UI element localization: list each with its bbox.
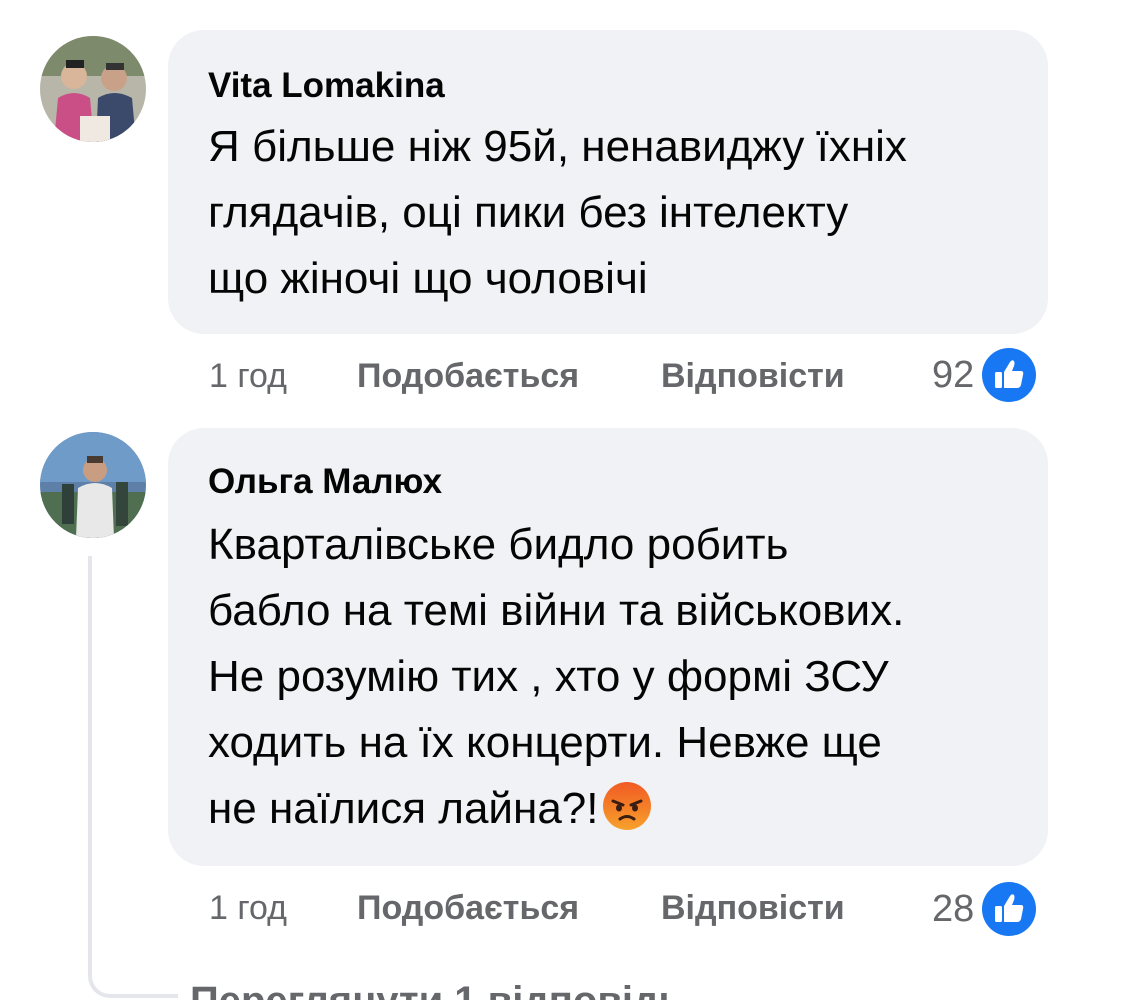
reply-button[interactable]: Відповісти	[661, 354, 845, 398]
like-button[interactable]: Подобається	[357, 886, 579, 930]
comment-author[interactable]: Vita Lomakina	[208, 66, 445, 106]
reply-button[interactable]: Відповісти	[661, 886, 845, 930]
comment-text-line: Я більше ніж 95й, ненавиджу їхніх	[208, 122, 907, 171]
comment-text-line-last: не наїлися лайна?!	[208, 784, 599, 833]
comments-section: Vita Lomakina Я більше ніж 95й, ненавидж…	[0, 0, 1143, 1000]
comment-text-line: Кварталівське бидло робить	[208, 520, 789, 569]
comment-text-line: ходить на їх концерти. Невже ще	[208, 718, 882, 767]
avatar[interactable]	[40, 36, 146, 142]
comment-author[interactable]: Ольга Малюх	[208, 462, 442, 502]
reaction-count: 28	[932, 887, 975, 930]
comment-bubble: Ольга Малюх Кварталівське бидло робить б…	[168, 428, 1048, 866]
angry-face-emoji	[602, 781, 652, 831]
comment-timestamp[interactable]: 1 год	[209, 886, 287, 930]
comment-actions: 1 год Подобається Відповісти	[209, 354, 909, 398]
avatar[interactable]	[40, 432, 146, 538]
comment-text-line: глядачів, оці пики без інтелекту	[208, 188, 849, 237]
comment-text: Кварталівське бидло робить бабло на темі…	[208, 512, 1068, 842]
reply-thread-line	[88, 556, 178, 998]
comment-text-line: бабло на темі війни та військових.	[208, 586, 905, 635]
reaction-count: 92	[932, 353, 975, 396]
reaction-summary[interactable]: 28	[932, 876, 1041, 942]
comment-text: Я більше ніж 95й, ненавиджу їхніх глядач…	[208, 114, 1068, 312]
view-replies-link[interactable]: Переглянути 1 відповідь	[190, 976, 683, 1000]
comment-timestamp[interactable]: 1 год	[209, 354, 287, 398]
comment-text-line: що жіночі що чоловічі	[208, 254, 648, 303]
thumbs-up-icon	[978, 878, 1041, 940]
thumbs-up-icon	[978, 344, 1041, 406]
like-button[interactable]: Подобається	[357, 354, 579, 398]
comment-text-line: Не розумію тих , хто у формі ЗСУ	[208, 652, 889, 701]
comment-bubble: Vita Lomakina Я більше ніж 95й, ненавидж…	[168, 30, 1048, 334]
comment-actions: 1 год Подобається Відповісти	[209, 886, 909, 930]
reaction-summary[interactable]: 92	[932, 342, 1041, 408]
comment-text-line: не наїлися лайна?!	[208, 776, 1068, 842]
